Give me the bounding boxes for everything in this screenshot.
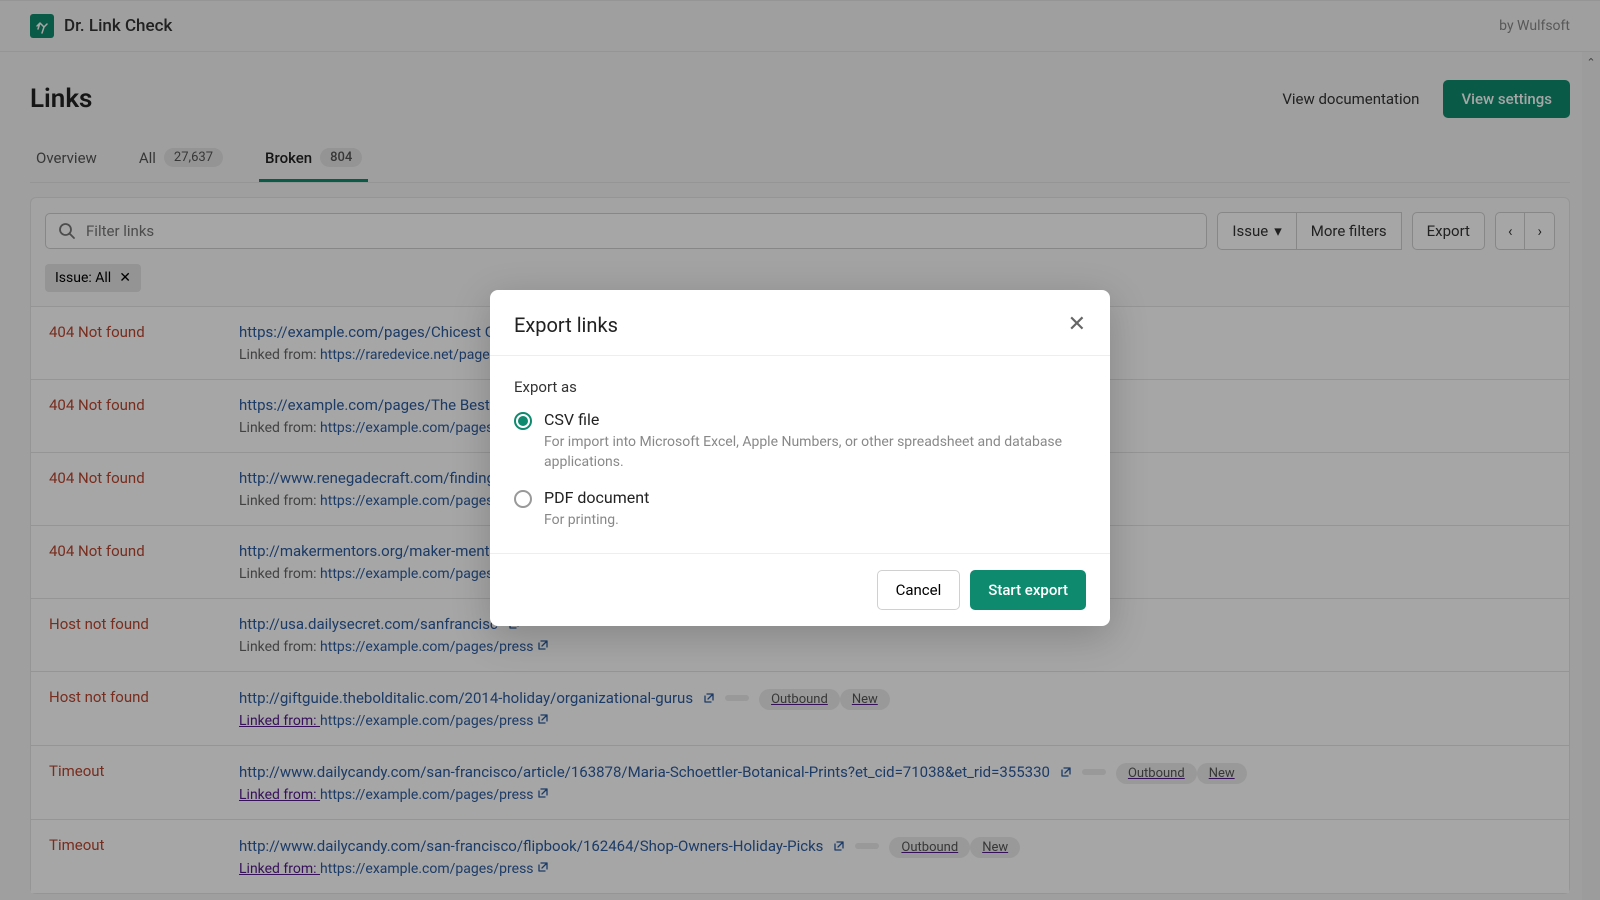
- export-modal: Export links ✕ Export as CSV file For im…: [490, 290, 1110, 626]
- modal-title: Export links: [514, 313, 618, 337]
- cancel-button[interactable]: Cancel: [877, 570, 961, 610]
- start-export-button[interactable]: Start export: [970, 570, 1086, 610]
- radio-desc: For import into Microsoft Excel, Apple N…: [544, 433, 1086, 472]
- radio-input: [514, 490, 532, 508]
- radio-title: PDF document: [544, 488, 649, 507]
- radio-desc: For printing.: [544, 511, 649, 531]
- radio-csv[interactable]: CSV file For import into Microsoft Excel…: [514, 410, 1086, 472]
- radio-title: CSV file: [544, 410, 1086, 429]
- radio-pdf[interactable]: PDF document For printing.: [514, 488, 1086, 531]
- radio-input: [514, 412, 532, 430]
- export-as-label: Export as: [514, 378, 1086, 396]
- modal-close-button[interactable]: ✕: [1068, 312, 1086, 337]
- close-icon: ✕: [1068, 312, 1086, 337]
